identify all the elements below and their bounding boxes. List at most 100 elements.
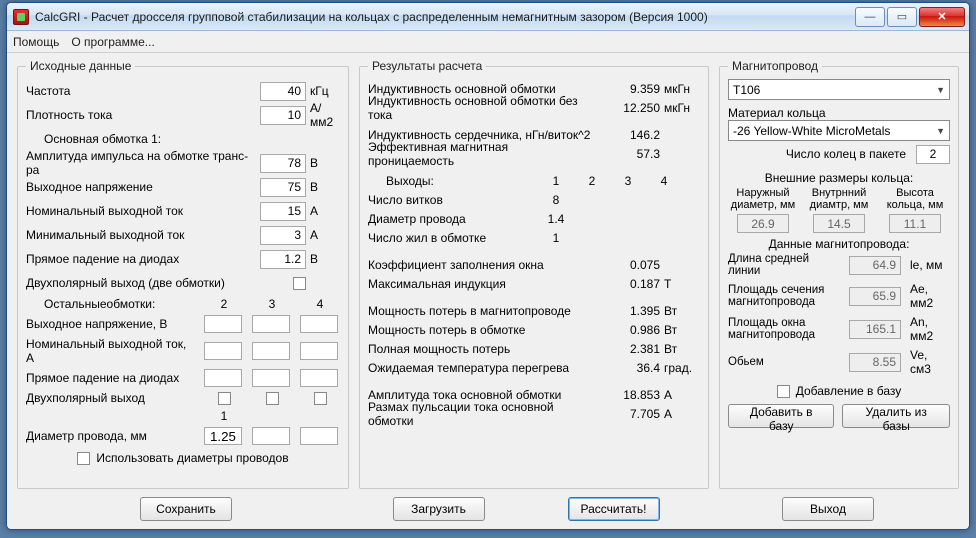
- id-input: [813, 214, 865, 233]
- res-lmain-v: 9.359: [594, 82, 664, 96]
- res-dwire-v: 1.4: [538, 212, 574, 226]
- wire-2[interactable]: [252, 427, 290, 445]
- amp-input[interactable]: [260, 154, 306, 173]
- add-db-button[interactable]: Добавить в базу: [728, 404, 834, 428]
- od-input: [737, 214, 789, 233]
- ht-input: [889, 214, 941, 233]
- maximize-button[interactable]: ▭: [887, 7, 917, 27]
- ae-input: [849, 287, 901, 306]
- res-lmain-u: мкГн: [664, 82, 700, 96]
- ae-unit: Ae, мм2: [910, 282, 950, 310]
- panel-inputs: Исходные данные Частота кГц Плотность то…: [17, 59, 349, 489]
- menu-help[interactable]: Помощь: [13, 35, 59, 49]
- ovout-2[interactable]: [204, 315, 242, 333]
- res-bmax-u: Т: [664, 277, 700, 291]
- panel-inputs-legend: Исходные данные: [26, 59, 135, 73]
- res-pcore-u: Вт: [664, 304, 700, 318]
- res-lnoi-l: Индуктивность основной обмотки без тока: [368, 94, 594, 122]
- titlebar: CalcGRI - Расчет дросселя групповой стаб…: [7, 3, 969, 31]
- oinom-3[interactable]: [252, 342, 290, 360]
- res-pwind-v: 0.986: [594, 323, 664, 337]
- freq-unit: кГц: [306, 84, 340, 98]
- freq-input[interactable]: [260, 82, 306, 101]
- res-ptot-v: 2.381: [594, 342, 664, 356]
- close-button[interactable]: ✕: [919, 7, 965, 27]
- minimize-button[interactable]: —: [855, 7, 885, 27]
- res-dwire-l: Диаметр провода: [368, 212, 538, 226]
- res-iamp-u: А: [664, 388, 700, 402]
- res-lnoi-v: 12.250: [594, 101, 664, 115]
- le-unit: le, мм: [910, 258, 950, 272]
- an-input: [849, 320, 901, 339]
- dims-title: Внешние размеры кольца:: [728, 171, 950, 185]
- vdio-unit: В: [306, 252, 340, 266]
- calc-button[interactable]: Рассчитать!: [568, 497, 660, 521]
- res-pcore-l: Мощность потерь в магнитопроводе: [368, 304, 594, 318]
- wire-1[interactable]: [204, 427, 242, 445]
- res-strands-v: 1: [538, 231, 574, 245]
- adddb-label: Добавление в базу: [796, 384, 902, 398]
- imin-label: Минимальный выходной ток: [26, 228, 260, 242]
- freq-label: Частота: [26, 84, 260, 98]
- res-mu-v: 57.3: [594, 147, 664, 161]
- ovdio-2[interactable]: [204, 369, 242, 387]
- imin-input[interactable]: [260, 226, 306, 245]
- res-col-1: 1: [538, 174, 574, 188]
- oinom-label: Номинальный выходной ток, А: [26, 337, 196, 365]
- obip-2[interactable]: [218, 392, 231, 405]
- res-bmax-v: 0.187: [594, 277, 664, 291]
- chevron-down-icon: ▼: [936, 85, 945, 95]
- window-title: CalcGRI - Расчет дросселя групповой стаб…: [35, 10, 853, 24]
- vdio-input[interactable]: [260, 250, 306, 269]
- bipolar-checkbox[interactable]: [293, 277, 306, 290]
- primary-winding-title: Основная обмотка 1:: [26, 132, 340, 146]
- res-dtmp-v: 36.4: [594, 361, 664, 375]
- chevron-down-icon: ▼: [936, 126, 945, 136]
- material-select[interactable]: -26 Yellow-White MicroMetals ▼: [728, 120, 950, 141]
- core-select[interactable]: T106 ▼: [728, 79, 950, 100]
- menubar: Помощь О программе...: [7, 31, 969, 53]
- exit-button[interactable]: Выход: [782, 497, 874, 521]
- inom-input[interactable]: [260, 202, 306, 221]
- adddb-checkbox[interactable]: [777, 385, 790, 398]
- vout-input[interactable]: [260, 178, 306, 197]
- usewire-checkbox[interactable]: [77, 452, 90, 465]
- le-input: [849, 256, 901, 275]
- vdio-label: Прямое падение на диодах: [26, 252, 260, 266]
- res-lcore-v: 146.2: [594, 128, 664, 142]
- del-db-button[interactable]: Удалить из базы: [842, 404, 950, 428]
- res-irip-u: А: [664, 407, 700, 421]
- ovout-3[interactable]: [252, 315, 290, 333]
- ovout-4[interactable]: [300, 315, 338, 333]
- res-col-2: 2: [574, 174, 610, 188]
- imin-unit: А: [306, 228, 340, 242]
- ovdio-4[interactable]: [300, 369, 338, 387]
- vout-unit: В: [306, 180, 340, 194]
- ovdio-3[interactable]: [252, 369, 290, 387]
- jdens-input[interactable]: [260, 106, 306, 125]
- inom-unit: А: [306, 204, 340, 218]
- obip-3[interactable]: [266, 392, 279, 405]
- res-strands-l: Число жил в обмотке: [368, 231, 538, 245]
- mag-title: Данные магнитопровода:: [728, 237, 950, 251]
- col-3: 3: [252, 297, 292, 311]
- ovout-label: Выходное напряжение, В: [26, 317, 196, 331]
- an-unit: An, мм2: [910, 315, 950, 343]
- ve-input: [849, 353, 901, 372]
- oinom-2[interactable]: [204, 342, 242, 360]
- stack-label: Число колец в пакете: [728, 147, 910, 161]
- material-select-value: -26 Yellow-White MicroMetals: [733, 124, 890, 138]
- obip-4[interactable]: [314, 392, 327, 405]
- menu-about[interactable]: О программе...: [71, 35, 154, 49]
- usewire-label: Использовать диаметры проводов: [96, 451, 288, 465]
- res-ptot-u: Вт: [664, 342, 700, 356]
- panel-core-legend: Магнитопровод: [728, 59, 822, 73]
- res-iamp-v: 18.853: [594, 388, 664, 402]
- wire-3[interactable]: [300, 427, 338, 445]
- oinom-4[interactable]: [300, 342, 338, 360]
- stack-input[interactable]: [916, 145, 950, 164]
- save-button[interactable]: Сохранить: [140, 497, 232, 521]
- jdens-unit: А/мм2: [306, 101, 340, 129]
- load-button[interactable]: Загрузить: [393, 497, 485, 521]
- res-pwind-l: Мощность потерь в обмотке: [368, 323, 594, 337]
